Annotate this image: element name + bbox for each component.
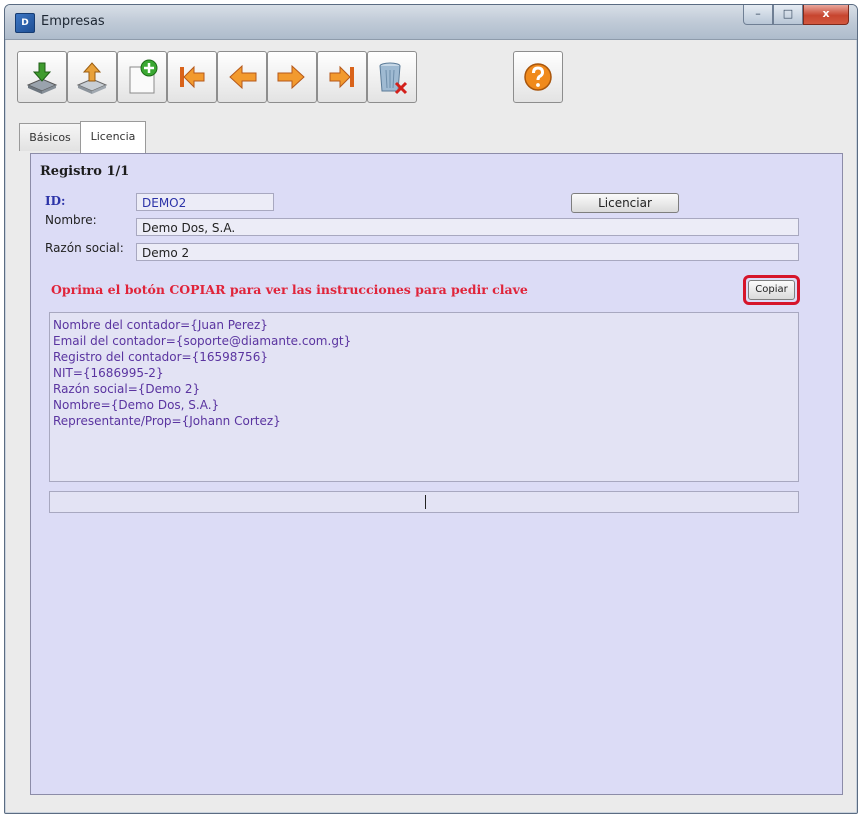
id-field[interactable]: DEMO2 bbox=[136, 193, 274, 211]
tab-basicos[interactable]: Básicos bbox=[19, 123, 81, 151]
copiar-button[interactable]: Copiar bbox=[748, 280, 795, 300]
help-button[interactable] bbox=[513, 51, 563, 103]
last-record-button[interactable] bbox=[317, 51, 367, 103]
app-icon: D bbox=[15, 13, 35, 33]
razon-social-label: Razón social: bbox=[45, 241, 124, 255]
memo-line: Nombre={Demo Dos, S.A.} bbox=[53, 398, 220, 412]
minimize-button[interactable]: – bbox=[743, 5, 773, 25]
new-record-button[interactable] bbox=[117, 51, 167, 103]
memo-line: Representante/Prop={Johann Cortez} bbox=[53, 414, 281, 428]
license-key-field[interactable] bbox=[49, 491, 799, 513]
memo-line: Email del contador={soporte@diamante.com… bbox=[53, 334, 352, 348]
window-title: Empresas bbox=[41, 14, 105, 29]
next-record-button[interactable] bbox=[267, 51, 317, 103]
nombre-field[interactable]: Demo Dos, S.A. bbox=[136, 218, 799, 236]
download-icon bbox=[26, 62, 58, 94]
delete-button[interactable] bbox=[367, 51, 417, 103]
memo-line: NIT={1686995-2} bbox=[53, 366, 164, 380]
licencia-panel: Registro 1/1 ID: DEMO2 Licenciar Nombre:… bbox=[30, 153, 843, 795]
previous-record-icon bbox=[229, 64, 257, 90]
previous-record-button[interactable] bbox=[217, 51, 267, 103]
new-record-icon bbox=[129, 59, 158, 94]
record-counter: Registro 1/1 bbox=[40, 164, 130, 179]
next-record-icon bbox=[277, 64, 305, 90]
text-caret bbox=[425, 495, 426, 509]
delete-icon bbox=[379, 62, 408, 95]
download-button[interactable] bbox=[17, 51, 67, 103]
first-record-icon bbox=[180, 65, 205, 89]
maximize-button[interactable]: □ bbox=[773, 5, 803, 25]
help-icon bbox=[524, 63, 552, 91]
memo-line: Nombre del contador={Juan Perez} bbox=[53, 318, 268, 332]
razon-social-field[interactable]: Demo 2 bbox=[136, 243, 799, 261]
memo-line: Razón social={Demo 2} bbox=[53, 382, 201, 396]
nombre-label: Nombre: bbox=[45, 213, 97, 227]
last-record-icon bbox=[329, 65, 354, 89]
tab-licencia[interactable]: Licencia bbox=[80, 121, 146, 153]
upload-icon bbox=[76, 62, 108, 94]
empresas-window: D Empresas – □ x Básicos Licencia Regist… bbox=[4, 4, 858, 814]
license-request-memo[interactable]: Nombre del contador={Juan Perez} Email d… bbox=[49, 312, 799, 482]
copy-instruction: Oprima el botón COPIAR para ver las inst… bbox=[51, 282, 528, 297]
memo-line: Registro del contador={16598756} bbox=[53, 350, 268, 364]
window-controls: – □ x bbox=[743, 5, 849, 25]
first-record-button[interactable] bbox=[167, 51, 217, 103]
close-button[interactable]: x bbox=[803, 5, 849, 25]
upload-button[interactable] bbox=[67, 51, 117, 103]
licenciar-button[interactable]: Licenciar bbox=[571, 193, 679, 213]
id-label: ID: bbox=[45, 194, 66, 208]
title-bar[interactable]: D Empresas – □ x bbox=[5, 5, 857, 40]
